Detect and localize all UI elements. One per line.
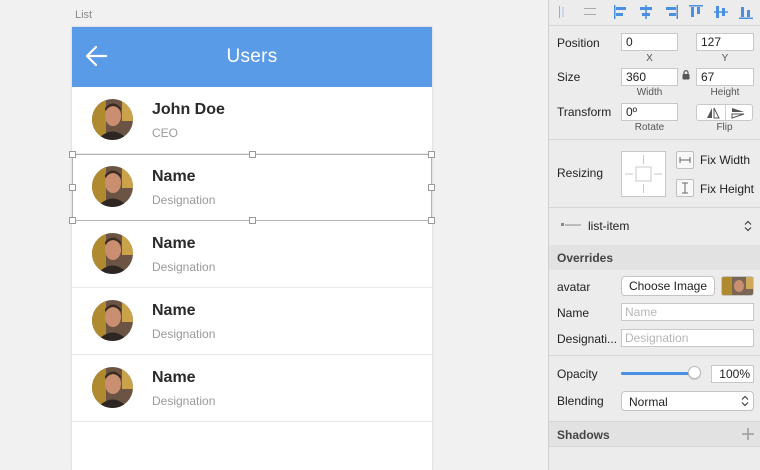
position-label: Position: [557, 36, 600, 50]
item-designation: Designation: [152, 193, 216, 207]
fix-height-button[interactable]: [676, 179, 694, 197]
item-name: Name: [152, 235, 196, 252]
align-right-edges-icon[interactable]: [663, 4, 679, 20]
opacity-slider-knob[interactable]: [688, 366, 701, 379]
flip-horizontal-icon[interactable]: [706, 107, 720, 119]
fix-height-label[interactable]: Fix Height: [700, 182, 754, 196]
chevron-up-down-icon: [744, 220, 752, 232]
align-top-edges-icon[interactable]: [688, 4, 704, 20]
overrides-title: Overrides: [557, 251, 614, 265]
item-name: Name: [152, 168, 196, 185]
avatar: [92, 300, 133, 341]
artboard-label[interactable]: List: [75, 9, 92, 21]
rotate-label: Rotate: [634, 122, 665, 133]
overrides-header: Overrides: [549, 245, 760, 270]
designation-override-label: Designati...: [557, 332, 618, 346]
choose-image-button[interactable]: Choose Image: [621, 276, 715, 296]
item-name: John Doe: [152, 101, 225, 118]
distribute-horizontal-icon[interactable]: [582, 4, 598, 20]
item-name: Name: [152, 302, 196, 319]
item-designation: Designation: [152, 260, 216, 274]
list-item[interactable]: Name Designation: [72, 355, 432, 422]
item-designation: Designation: [152, 394, 216, 408]
flip-label: Flip: [716, 122, 733, 133]
lock-icon[interactable]: [682, 70, 690, 80]
blending-label: Blending: [557, 394, 604, 408]
designation-override-field[interactable]: Designation: [621, 329, 754, 347]
avatar: [92, 99, 133, 140]
app-bar-title: Users: [226, 46, 278, 67]
transform-label: Transform: [557, 105, 612, 119]
divider: [549, 355, 760, 356]
position-x-field[interactable]: 0: [621, 33, 678, 51]
flip-separator: [725, 105, 726, 120]
item-designation: Designation: [152, 327, 216, 341]
name-override-label: Name: [557, 306, 590, 320]
avatar: [92, 367, 133, 408]
resizing-constraints-widget[interactable]: [621, 151, 666, 197]
list-item[interactable]: Name Designation: [72, 288, 432, 355]
align-left-edges-icon[interactable]: [613, 4, 629, 20]
avatar-thumbnail[interactable]: [721, 276, 754, 296]
chevron-up-down-icon: [741, 395, 749, 407]
opacity-label: Opacity: [557, 367, 598, 381]
height-field[interactable]: 67: [696, 68, 754, 86]
flip-vertical-icon[interactable]: [731, 107, 745, 119]
opacity-slider[interactable]: [621, 366, 701, 379]
size-label: Size: [557, 70, 581, 84]
symbol-icon: [561, 223, 581, 226]
plus-icon[interactable]: [742, 428, 754, 440]
fix-width-button[interactable]: [676, 151, 694, 169]
align-left-icon[interactable]: [557, 4, 573, 20]
resizing-label: Resizing: [557, 166, 604, 180]
rotate-field[interactable]: 0º: [621, 103, 678, 121]
artboard-list[interactable]: Users John Doe CEO Name Designation Name…: [72, 27, 432, 470]
shadows-title: Shadows: [557, 428, 610, 442]
position-y-label: Y: [721, 53, 729, 64]
user-list: John Doe CEO Name Designation Name Desig…: [72, 87, 432, 422]
fix-height-icon: [682, 182, 688, 194]
symbol-name: list-item: [588, 219, 630, 233]
width-field[interactable]: 360: [621, 68, 678, 86]
app-bar: Users: [72, 27, 432, 87]
alignment-toolbar: [549, 0, 760, 26]
list-item[interactable]: Name Designation: [72, 154, 432, 221]
align-horizontal-center-icon[interactable]: [638, 4, 654, 20]
canvas[interactable]: List Users John Doe CEO Name Designation…: [0, 0, 548, 470]
avatar: [92, 166, 133, 207]
width-label: Width: [636, 87, 663, 98]
item-designation: CEO: [152, 126, 179, 140]
position-x-label: X: [646, 53, 653, 64]
item-name: Name: [152, 369, 196, 386]
fix-width-icon: [679, 157, 691, 163]
position-y-field[interactable]: 127: [696, 33, 754, 51]
divider: [549, 139, 760, 140]
name-override-field[interactable]: Name: [621, 303, 754, 321]
blending-select[interactable]: Normal: [621, 391, 754, 411]
symbol-selector[interactable]: list-item: [549, 207, 760, 244]
shadows-header: Shadows: [549, 421, 760, 447]
align-vertical-center-icon[interactable]: [713, 4, 729, 20]
opacity-field[interactable]: 100%: [711, 365, 754, 383]
flip-control: [696, 104, 753, 121]
blending-value: Normal: [629, 395, 668, 409]
list-item[interactable]: John Doe CEO: [72, 87, 432, 154]
inspector-panel: Position 0 127 X Y Size 360 67 Width Hei…: [548, 0, 760, 470]
height-label: Height: [710, 87, 740, 98]
list-item[interactable]: Name Designation: [72, 221, 432, 288]
fix-width-label[interactable]: Fix Width: [700, 153, 750, 167]
avatar: [92, 233, 133, 274]
align-bottom-edges-icon[interactable]: [738, 4, 754, 20]
avatar-override-label: avatar: [557, 280, 591, 294]
